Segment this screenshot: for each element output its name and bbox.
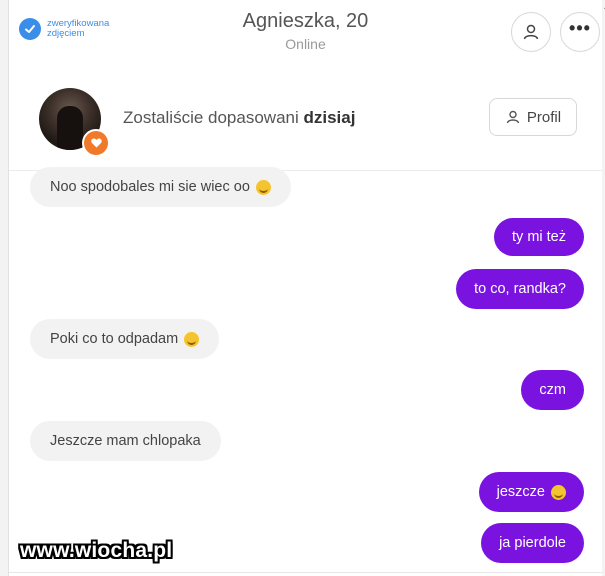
message-text: ty mi też <box>512 229 566 245</box>
match-banner: Zostaliście dopasowani dzisiaj Profil <box>9 66 602 171</box>
message-text: Poki co to odpadam <box>50 331 179 347</box>
left-frame <box>0 0 9 576</box>
message-incoming: Jeszcze mam chlopaka <box>30 421 221 461</box>
profile-button[interactable]: Profil <box>489 98 577 136</box>
message-incoming: Noo spodobales mi sie wiec oo <box>30 167 291 207</box>
heart-icon <box>82 129 110 157</box>
match-message: Zostaliście dopasowani dzisiaj <box>123 108 355 128</box>
user-icon <box>506 110 520 124</box>
smile-emoji-icon <box>255 179 271 195</box>
message-text: jeszcze <box>496 484 545 500</box>
message-outgoing: ty mi też <box>494 218 584 256</box>
message-text: ja pierdole <box>499 535 566 551</box>
smile-emoji-icon <box>184 331 200 347</box>
watermark: www.wiocha.pl <box>20 539 173 562</box>
message-incoming: Poki co to odpadam <box>30 319 220 359</box>
user-icon <box>523 24 539 40</box>
message-text: Jeszcze mam chlopaka <box>50 433 201 449</box>
smile-emoji-icon <box>551 484 566 500</box>
message-text: czm <box>539 382 566 398</box>
profile-button-label: Profil <box>526 108 562 126</box>
more-options-button[interactable]: ••• <box>560 12 600 52</box>
message-outgoing: to co, randka? <box>456 269 584 309</box>
more-options-icon: ••• <box>569 17 591 38</box>
message-text: to co, randka? <box>474 281 566 297</box>
profile-icon-button[interactable] <box>511 12 551 52</box>
divider <box>9 572 602 573</box>
message-outgoing: czm <box>521 370 584 410</box>
message-outgoing: ja pierdole <box>481 523 584 563</box>
message-outgoing: jeszcze <box>478 472 584 512</box>
message-text: Noo spodobales mi sie wiec oo <box>50 179 250 195</box>
chat-header: zweryfikowana zdjęciem Agnieszka, 20 Onl… <box>9 0 602 67</box>
match-text: Zostaliście dopasowani <box>123 108 299 127</box>
match-date: dzisiaj <box>303 108 356 127</box>
